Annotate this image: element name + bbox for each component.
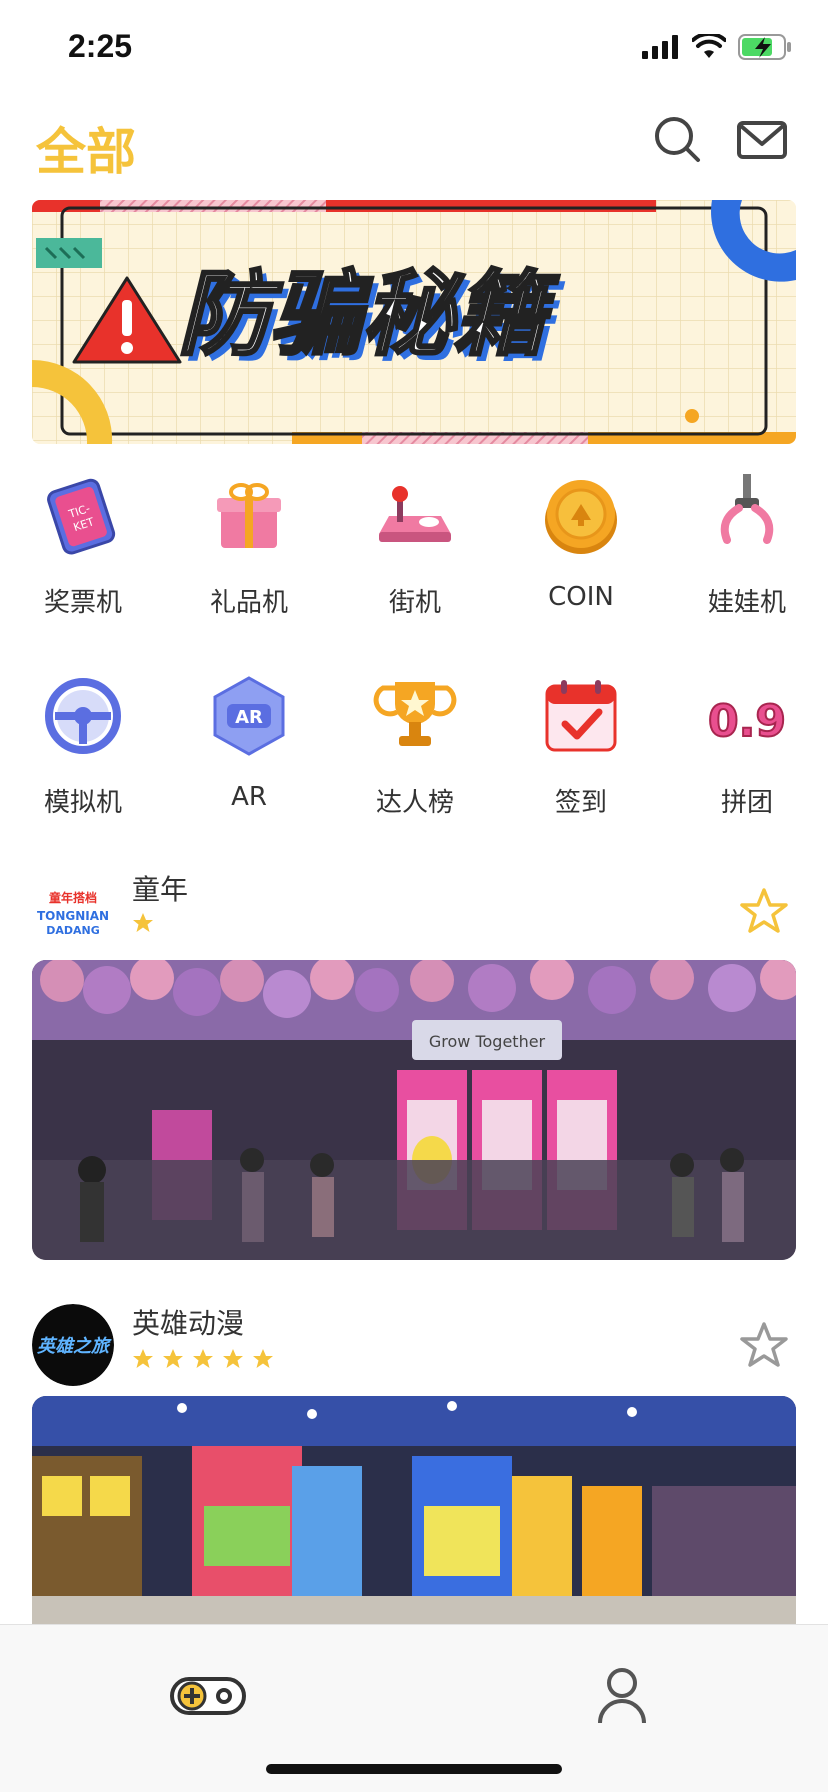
promo-banner[interactable]: 防骗秘籍 防骗秘籍 [32,200,796,444]
page-title[interactable]: 全部 [36,112,136,184]
category-check-in[interactable]: 签到 [498,674,664,844]
joystick-icon [379,486,451,542]
favorite-star-icon[interactable] [738,886,790,938]
star-icon [133,1349,153,1368]
favorite-star-icon[interactable] [738,1320,790,1372]
user-icon[interactable] [582,1665,662,1725]
group-buy-icon: 0.9 [707,695,787,748]
header: 全部 [0,100,828,200]
category-simulator[interactable]: 模拟机 [0,674,166,844]
status-icons [642,34,792,60]
category-arcade[interactable]: 街机 [332,474,498,644]
category-group-buy[interactable]: 0.9 拼团 [664,674,828,844]
arcade-name: 童年 [132,873,189,906]
search-icon[interactable] [652,114,704,166]
category-ticket-machine[interactable]: TIC- KET 奖票机 [0,474,166,644]
arcade-photo-image: Grow Together [32,960,796,1260]
arcade-logo: 英雄之旅 [32,1304,114,1386]
star-icon [253,1349,273,1368]
svg-text:0.9: 0.9 [708,696,786,747]
svg-text:AR: AR [235,707,263,728]
svg-text:英雄之旅: 英雄之旅 [37,1336,112,1357]
category-ar[interactable]: AR AR [166,674,332,844]
wifi-icon [692,34,726,58]
arcade-name: 英雄动漫 [132,1307,245,1340]
star-icon [193,1349,213,1368]
category-label: 达人榜 [375,788,454,818]
category-label: 拼团 [720,788,773,818]
steering-wheel-icon [45,678,121,754]
gift-icon [217,483,281,548]
star-icon [163,1349,183,1368]
battery-charging-icon [738,34,791,60]
category-label: 模拟机 [43,788,122,818]
category-gift-machine[interactable]: 礼品机 [166,474,332,644]
claw-icon [720,474,774,544]
status-time: 2:25 [68,28,133,64]
category-label: COIN [548,582,614,612]
arcade-rating [132,1348,274,1370]
banner-graphic: 防骗秘籍 防骗秘籍 [32,200,796,444]
arcade-logo: 童年搭档 TONGNIAN DADANG [32,874,114,956]
arcade-rating [132,912,154,934]
star-icon [133,913,153,932]
svg-text:防骗秘籍: 防骗秘籍 [178,261,560,368]
gamepad-icon[interactable] [168,1665,248,1725]
category-label: 街机 [388,588,441,618]
svg-text:DADANG: DADANG [46,924,100,937]
svg-text:童年搭档: 童年搭档 [49,890,97,905]
arcade-photo-image [32,1396,796,1636]
cellular-signal-icon [642,35,678,59]
svg-text:Grow Together: Grow Together [429,1032,546,1051]
ar-icon: AR [213,676,285,756]
coin-icon [545,480,617,554]
category-label: 礼品机 [209,588,288,618]
category-label: 娃娃机 [707,588,786,618]
category-coin[interactable]: COIN [498,474,664,644]
calendar-check-icon [545,680,617,752]
arcade-photo[interactable]: Grow Together [32,960,796,1260]
category-row: TIC- KET 奖票机 礼品机 街机 COIN 娃娃机 [0,474,828,644]
category-label: AR [231,782,267,812]
mail-icon[interactable] [736,114,788,166]
category-leaderboard[interactable]: 达人榜 [332,674,498,844]
arcade-photo[interactable] [32,1396,796,1636]
star-icon [223,1349,243,1368]
category-claw-machine[interactable]: 娃娃机 [664,474,828,644]
status-bar: 2:25 [0,0,828,100]
svg-text:TONGNIAN: TONGNIAN [37,909,109,923]
category-label: 奖票机 [43,588,122,618]
trophy-icon [373,682,457,746]
category-row: 模拟机 AR AR 达人榜 签到 0.9 拼团 [0,674,828,844]
category-label: 签到 [554,788,607,818]
home-indicator [266,1764,562,1774]
ticket-icon: TIC- KET [47,478,116,555]
